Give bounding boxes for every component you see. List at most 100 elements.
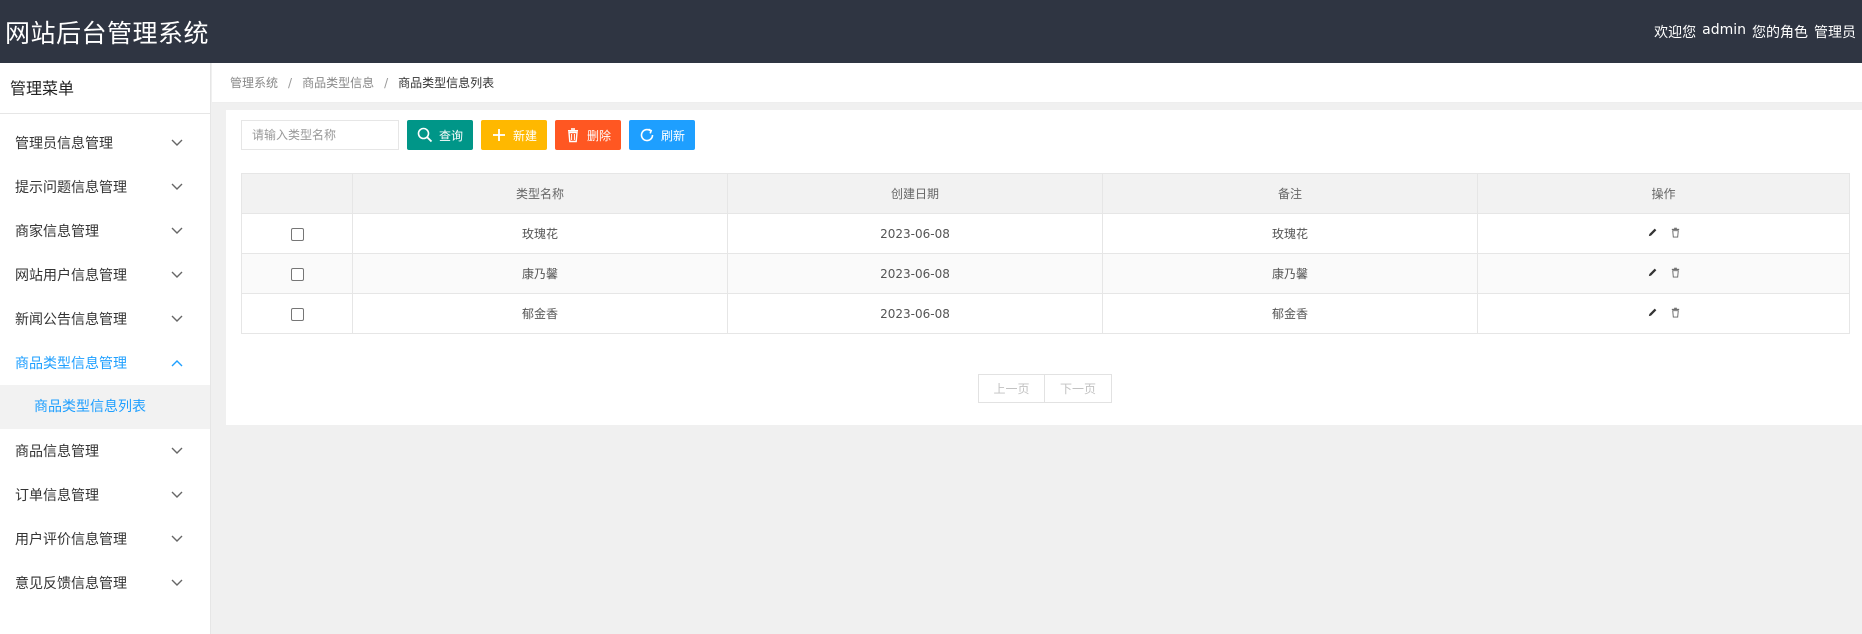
delete-row-icon[interactable] [1670,227,1681,238]
table-row: 玫瑰花 2023-06-08 玫瑰花 [241,213,1850,254]
cell-note: 玫瑰花 [1102,213,1478,254]
delete-button[interactable]: 删除 [555,120,622,150]
content-panel: 查询 新建 删除 刷新 [226,110,1862,425]
search-icon [417,127,433,143]
cell-note: 郁金香 [1102,293,1478,334]
row-checkbox[interactable] [290,267,304,281]
chevron-down-icon [170,268,184,282]
app-title: 网站后台管理系统 [5,18,210,48]
refresh-button[interactable]: 刷新 [629,120,696,150]
query-button[interactable]: 查询 [407,120,474,150]
breadcrumb-item-current: 商品类型信息列表 [398,76,495,90]
username[interactable]: admin [1702,22,1746,42]
cell-created-date: 2023-06-08 [727,253,1103,294]
chevron-down-icon [170,444,184,458]
sidebar-item-label: 管理员信息管理 [15,136,113,152]
chevron-down-icon [170,532,184,546]
role-name: 管理员 [1814,24,1856,41]
role-label: 您的角色 [1752,24,1808,41]
column-header-note: 备注 [1102,173,1478,214]
breadcrumb-item-system[interactable]: 管理系统 [230,74,278,91]
row-select-cell [241,253,353,294]
cell-type-name: 玫瑰花 [352,213,728,254]
next-page-button[interactable]: 下一页 [1045,374,1112,403]
table-row: 郁金香 2023-06-08 郁金香 [241,293,1850,334]
welcome-text: 欢迎您 [1654,24,1697,41]
table-header-row: 类型名称 创建日期 备注 操作 [241,173,1850,214]
edit-icon[interactable] [1647,227,1658,238]
chevron-up-icon [170,356,184,370]
sidebar-item-users[interactable]: 网站用户信息管理 [0,253,210,297]
query-button-label: 查询 [439,128,464,143]
chevron-down-icon [170,180,184,194]
pagination: 上一页 下一页 [978,374,1112,403]
chevron-down-icon [170,576,184,590]
search-input[interactable] [241,120,399,150]
row-select-cell [241,213,353,254]
chevron-down-icon [170,312,184,326]
sidebar-item-label: 订单信息管理 [15,488,99,504]
delete-row-icon[interactable] [1670,307,1681,318]
breadcrumb-separator: / [384,75,389,90]
refresh-icon [640,128,654,142]
cell-actions [1477,213,1850,254]
table-row: 康乃馨 2023-06-08 康乃馨 [241,253,1850,294]
sidebar-item-label: 商品信息管理 [15,444,99,460]
sidebar-item-reviews[interactable]: 用户评价信息管理 [0,517,210,561]
column-header-select [241,173,353,214]
column-header-actions: 操作 [1477,173,1850,214]
refresh-button-label: 刷新 [661,128,686,143]
cell-actions [1477,253,1850,294]
delete-row-icon[interactable] [1670,267,1681,278]
sidebar-item-admin[interactable]: 管理员信息管理 [0,121,210,165]
column-header-type-name: 类型名称 [352,173,728,214]
add-button[interactable]: 新建 [481,120,548,150]
chevron-down-icon [170,136,184,150]
cell-type-name: 郁金香 [352,293,728,334]
sidebar-item-label: 提示问题信息管理 [15,180,127,196]
sidebar-menu: 管理员信息管理 提示问题信息管理 商家信息管理 网站用户信息管理 新闻公告信息管… [0,114,210,605]
chevron-down-icon [170,224,184,238]
edit-icon[interactable] [1647,307,1658,318]
sidebar-title: 管理菜单 [0,63,210,114]
toolbar: 查询 新建 删除 刷新 [241,120,696,150]
sidebar-item-label: 用户评价信息管理 [15,532,127,548]
user-info: 欢迎您 admin 您的角色 管理员 [1654,22,1856,42]
sidebar-subitem-product-type-list[interactable]: 商品类型信息列表 [0,385,210,429]
sidebar-item-news[interactable]: 新闻公告信息管理 [0,297,210,341]
sidebar-item-label: 意见反馈信息管理 [15,576,127,592]
data-table-wrapper: 类型名称 创建日期 备注 操作 玫瑰花 2023-06-08 玫瑰花 康乃馨 2… [241,173,1850,334]
cell-created-date: 2023-06-08 [727,293,1103,334]
sidebar-item-products[interactable]: 商品信息管理 [0,429,210,473]
breadcrumb-item-product-type[interactable]: 商品类型信息 [302,74,374,91]
row-checkbox[interactable] [290,307,304,321]
sidebar-item-orders[interactable]: 订单信息管理 [0,473,210,517]
cell-created-date: 2023-06-08 [727,213,1103,254]
sidebar-item-label: 新闻公告信息管理 [15,312,127,328]
edit-icon[interactable] [1647,267,1658,278]
breadcrumb-separator: / [288,75,293,90]
sidebar-item-label: 商家信息管理 [15,224,99,240]
breadcrumb: 管理系统 / 商品类型信息 / 商品类型信息列表 [212,63,1862,103]
data-table: 类型名称 创建日期 备注 操作 玫瑰花 2023-06-08 玫瑰花 康乃馨 2… [241,173,1850,334]
top-header: 网站后台管理系统 欢迎您 admin 您的角色 管理员 [0,0,1862,63]
add-button-label: 新建 [513,128,538,143]
sidebar-item-label: 网站用户信息管理 [15,268,127,284]
plus-icon [493,129,506,141]
chevron-down-icon [170,488,184,502]
delete-button-label: 删除 [587,128,612,143]
cell-actions [1477,293,1850,334]
sidebar-item-label: 商品类型信息管理 [15,356,127,372]
main-content: 管理系统 / 商品类型信息 / 商品类型信息列表 查询 新建 删除 刷新 [212,63,1862,634]
column-header-created-date: 创建日期 [727,173,1103,214]
sidebar-item-feedback[interactable]: 意见反馈信息管理 [0,561,210,605]
sidebar-item-product-types[interactable]: 商品类型信息管理 [0,341,210,385]
row-checkbox[interactable] [290,227,304,241]
cell-note: 康乃馨 [1102,253,1478,294]
prev-page-button[interactable]: 上一页 [978,374,1045,403]
sidebar-item-merchants[interactable]: 商家信息管理 [0,209,210,253]
sidebar: 管理菜单 管理员信息管理 提示问题信息管理 商家信息管理 网站用户信息管理 新闻… [0,63,211,634]
sidebar-item-questions[interactable]: 提示问题信息管理 [0,165,210,209]
row-select-cell [241,293,353,334]
trash-icon [568,128,579,143]
